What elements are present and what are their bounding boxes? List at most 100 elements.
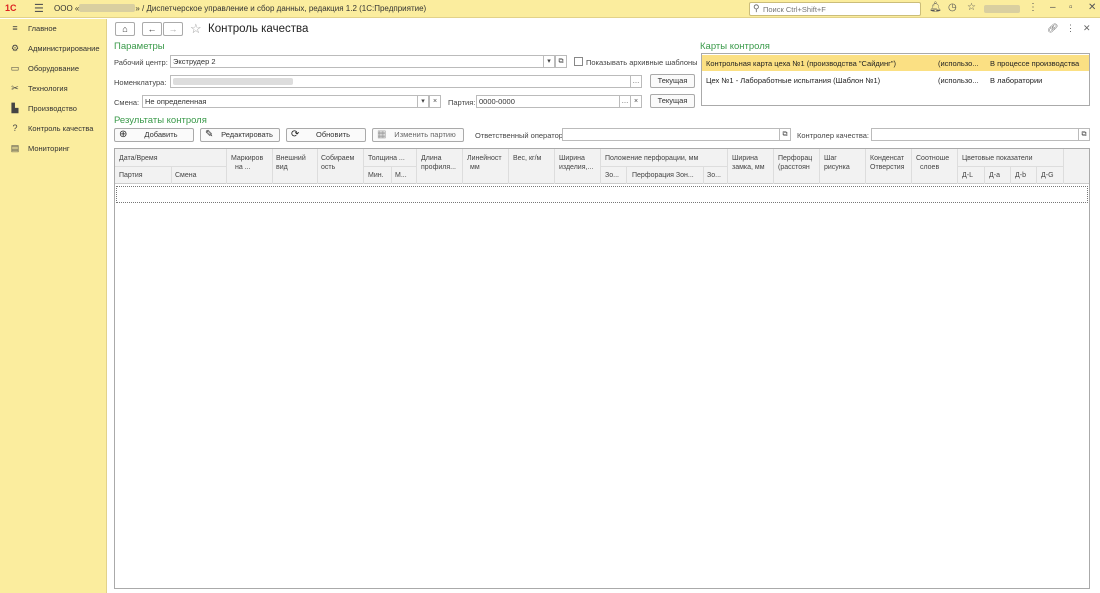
more-menu-icon[interactable]: ⋮ — [1028, 2, 1038, 13]
link-icon[interactable]: 🔗︎ — [1047, 23, 1058, 34]
operator-label: Ответственный оператор: — [475, 131, 566, 140]
col-layer-ratio[interactable]: Соотноше — [916, 154, 949, 163]
button-label: Текущая — [657, 76, 688, 85]
col-perf-zone-mid[interactable]: Перфорация Зон... — [632, 171, 694, 180]
sidebar-item-equipment[interactable]: ▭ Оборудование — [0, 60, 107, 78]
main-menu-icon[interactable]: ☰ — [34, 2, 44, 15]
table-row[interactable] — [116, 186, 1088, 203]
history-icon[interactable]: ◷ — [948, 2, 957, 13]
forward-button[interactable]: → — [163, 22, 183, 36]
sidebar-item-administration[interactable]: ⚙ Администрирование — [0, 40, 107, 58]
open-icon: ⧉ — [782, 131, 788, 138]
button-label: Редактировать — [221, 130, 273, 139]
col-thickness-min[interactable]: Мин. — [368, 171, 384, 180]
list-item[interactable]: Контрольная карта цеха №1 (производства … — [702, 55, 1089, 71]
bell-icon[interactable]: 🔔︎ — [929, 2, 942, 13]
workcenter-open-button[interactable]: ⧉ — [555, 55, 567, 68]
col-lock-width[interactable]: Ширина — [732, 154, 758, 163]
control-cards-list: Контрольная карта цеха №1 (производства … — [701, 53, 1090, 106]
col-weight[interactable]: Вес, кг/м — [513, 154, 541, 163]
app-logo: 1С — [5, 3, 17, 13]
col-perf-distance[interactable]: Перфорац — [778, 154, 812, 163]
tools-icon: ✂ — [11, 83, 19, 93]
col-datetime[interactable]: Дата/Время — [119, 154, 158, 163]
batch-clear-button[interactable]: × — [630, 95, 642, 108]
home-button[interactable]: ⌂ — [115, 22, 135, 36]
sidebar-item-label: Мониторинг — [28, 144, 70, 153]
col-profile-length-sub: профиля... — [421, 164, 456, 171]
operator-open-button[interactable]: ⧉ — [779, 128, 791, 141]
current-batch-button[interactable]: Текущая — [650, 94, 695, 108]
workcenter-field[interactable]: Экструдер 2 — [170, 55, 544, 68]
col-appearance-sub: вид — [276, 164, 288, 171]
favorite-star-icon[interactable]: ☆ — [190, 21, 202, 37]
sidebar-item-production[interactable]: ▙ Производство — [0, 100, 107, 118]
add-button[interactable]: ⊕ Добавить — [114, 128, 194, 142]
refresh-button[interactable]: ⟳ Обновить — [286, 128, 366, 142]
col-thickness-max[interactable]: М... — [395, 171, 407, 180]
col-condensate[interactable]: Конденсат — [870, 154, 904, 163]
card-name: Цех №1 - Лабоработные испытания (Шаблон … — [706, 76, 881, 85]
batch-field[interactable]: 0000-0000 — [476, 95, 620, 108]
shift-clear-button[interactable]: × — [429, 95, 441, 108]
col-color-da[interactable]: Д-a — [989, 171, 1000, 180]
inspector-field[interactable] — [871, 128, 1079, 141]
col-linearity[interactable]: Линейност — [467, 154, 502, 163]
col-pattern-step-sub: рисунка — [824, 164, 850, 171]
operator-field[interactable] — [562, 128, 780, 141]
maximize-icon[interactable]: ▫ — [1069, 2, 1073, 13]
sidebar-item-quality-control[interactable]: ? Контроль качества — [0, 120, 107, 138]
global-search[interactable]: ⚲ — [749, 2, 921, 16]
shift-dropdown-button[interactable]: ▾ — [417, 95, 429, 108]
pencil-icon: ✎ — [205, 129, 214, 140]
sidebar-item-label: Контроль качества — [28, 124, 94, 133]
col-color-dg[interactable]: Д-G — [1041, 171, 1054, 180]
col-thickness[interactable]: Толщина ... — [368, 154, 405, 163]
ellipsis-icon: … — [632, 78, 640, 85]
col-pattern-step[interactable]: Шаг — [824, 154, 837, 163]
results-section-title: Результаты контроля — [114, 115, 207, 126]
col-color-db[interactable]: Д-b — [1015, 171, 1026, 180]
col-shift[interactable]: Смена — [175, 171, 197, 180]
col-marking[interactable]: Маркиров — [231, 154, 263, 163]
favorites-star-icon[interactable]: ☆ — [967, 2, 976, 13]
nomenclature-field[interactable] — [170, 75, 631, 88]
sidebar-item-main[interactable]: ≡ Главное — [0, 20, 107, 38]
col-perf-zone-a[interactable]: Зо... — [605, 171, 619, 180]
col-perf-zone-b[interactable]: Зо... — [707, 171, 721, 180]
menu-lines-icon: ≡ — [12, 23, 18, 33]
col-batch[interactable]: Партия — [119, 171, 143, 180]
col-color-metrics[interactable]: Цветовые показатели — [962, 154, 1033, 163]
col-perforation-position[interactable]: Положение перфорации, мм — [605, 154, 698, 163]
close-form-icon[interactable]: ✕ — [1083, 23, 1091, 34]
minimize-icon[interactable]: – — [1050, 2, 1056, 13]
col-appearance[interactable]: Внешний — [276, 154, 306, 163]
workcenter-dropdown-button[interactable]: ▾ — [543, 55, 555, 68]
refresh-icon: ⟳ — [291, 129, 300, 140]
col-color-dl[interactable]: Д-L — [962, 171, 973, 180]
current-nomenclature-button[interactable]: Текущая — [650, 74, 695, 88]
close-window-icon[interactable]: ✕ — [1088, 2, 1096, 13]
back-button[interactable]: ← — [142, 22, 162, 36]
ellipsis-icon: … — [621, 98, 629, 105]
archive-templates-checkbox[interactable] — [574, 57, 583, 66]
inspector-open-button[interactable]: ⧉ — [1078, 128, 1090, 141]
chevron-down-icon: ▾ — [547, 58, 551, 65]
list-item[interactable]: Цех №1 - Лабоработные испытания (Шаблон … — [702, 72, 1089, 88]
col-product-width[interactable]: Ширина — [559, 154, 585, 163]
col-collectability[interactable]: Собираем — [321, 154, 354, 163]
window-title: ООО «» / Диспетчерское управление и сбор… — [54, 4, 427, 13]
nomenclature-select-button[interactable]: … — [630, 75, 642, 88]
search-input[interactable] — [763, 4, 913, 14]
user-name-redacted[interactable] — [984, 5, 1020, 13]
more-actions-icon[interactable]: ⋮ — [1066, 23, 1075, 34]
question-circle-icon: ? — [12, 123, 18, 133]
button-label: Обновить — [316, 130, 350, 139]
sidebar-item-monitoring[interactable]: ▤ Мониторинг — [0, 140, 107, 158]
col-profile-length[interactable]: Длина — [421, 154, 442, 163]
sidebar-item-technology[interactable]: ✂ Технология — [0, 80, 107, 98]
inspector-label: Контролер качества: — [797, 131, 869, 140]
change-batch-button[interactable]: ▦ Изменить партию — [372, 128, 464, 142]
edit-button[interactable]: ✎ Редактировать — [200, 128, 280, 142]
shift-field[interactable]: Не определенная — [142, 95, 418, 108]
